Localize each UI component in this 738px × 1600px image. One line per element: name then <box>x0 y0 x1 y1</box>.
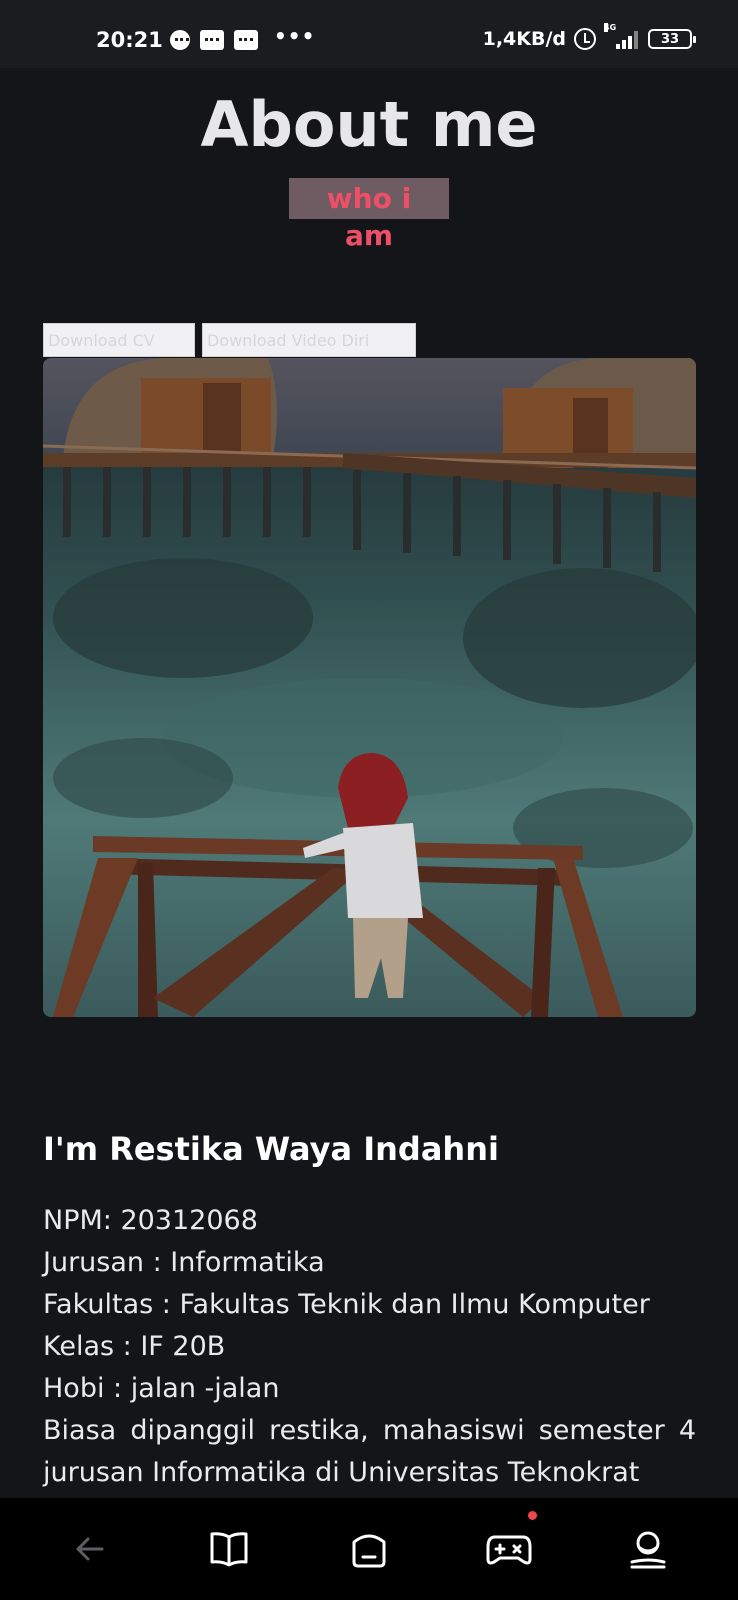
bottom-navigation <box>0 1498 738 1600</box>
back-icon <box>76 1537 104 1561</box>
fakultas-text: Fakultas : Fakultas Teknik dan Ilmu Komp… <box>43 1289 650 1320</box>
notification-dot <box>527 1511 537 1520</box>
profile-photo <box>43 358 696 1017</box>
message-icon <box>200 30 224 50</box>
home-button[interactable] <box>339 1519 399 1579</box>
status-indicators: 1,4KB/d 4G 33 <box>482 23 696 50</box>
bio-text: Biasa dipanggil restika, mahasiswi semes… <box>43 1415 696 1488</box>
game-button[interactable] <box>479 1511 539 1579</box>
download-video-button[interactable]: Download Video Diri <box>202 323 416 357</box>
page-subtitle: who i am <box>289 178 449 252</box>
network-speed: 1,4KB/d <box>482 28 566 50</box>
profile-button[interactable] <box>618 1519 678 1579</box>
library-button[interactable] <box>199 1519 259 1579</box>
status-time: 20:21 <box>96 28 163 52</box>
signal-icon: 4G <box>604 23 640 49</box>
hobi-text: Hobi : jalan -jalan <box>43 1373 280 1404</box>
game-icon <box>486 1535 532 1565</box>
jurusan-text: Jurusan : Informatika <box>43 1247 325 1278</box>
page-title: About me <box>200 88 538 161</box>
status-bar: 20:21 ••• 1,4KB/d 4G 33 <box>0 0 738 68</box>
profile-name: I'm Restika Waya Indahni <box>43 1130 499 1168</box>
profile-details: NPM: 20312068 Jurusan : Informatika Faku… <box>43 1200 696 1494</box>
npm-text: NPM: 20312068 <box>43 1205 258 1236</box>
more-notifications-icon: ••• <box>274 24 316 48</box>
profile-icon <box>630 1531 666 1569</box>
notification-icon <box>170 30 190 50</box>
alarm-icon <box>574 28 596 50</box>
message-icon <box>234 30 258 50</box>
battery-icon: 33 <box>648 29 696 49</box>
book-icon <box>210 1532 248 1567</box>
subtitle-wrapper: who i am <box>0 178 738 252</box>
back-button[interactable] <box>60 1519 120 1579</box>
notification-icons: ••• <box>170 24 315 50</box>
network-type: 4G <box>604 23 617 32</box>
kelas-text: Kelas : IF 20B <box>43 1331 226 1362</box>
download-cv-button[interactable]: Download CV <box>43 323 195 357</box>
home-icon <box>352 1534 386 1568</box>
